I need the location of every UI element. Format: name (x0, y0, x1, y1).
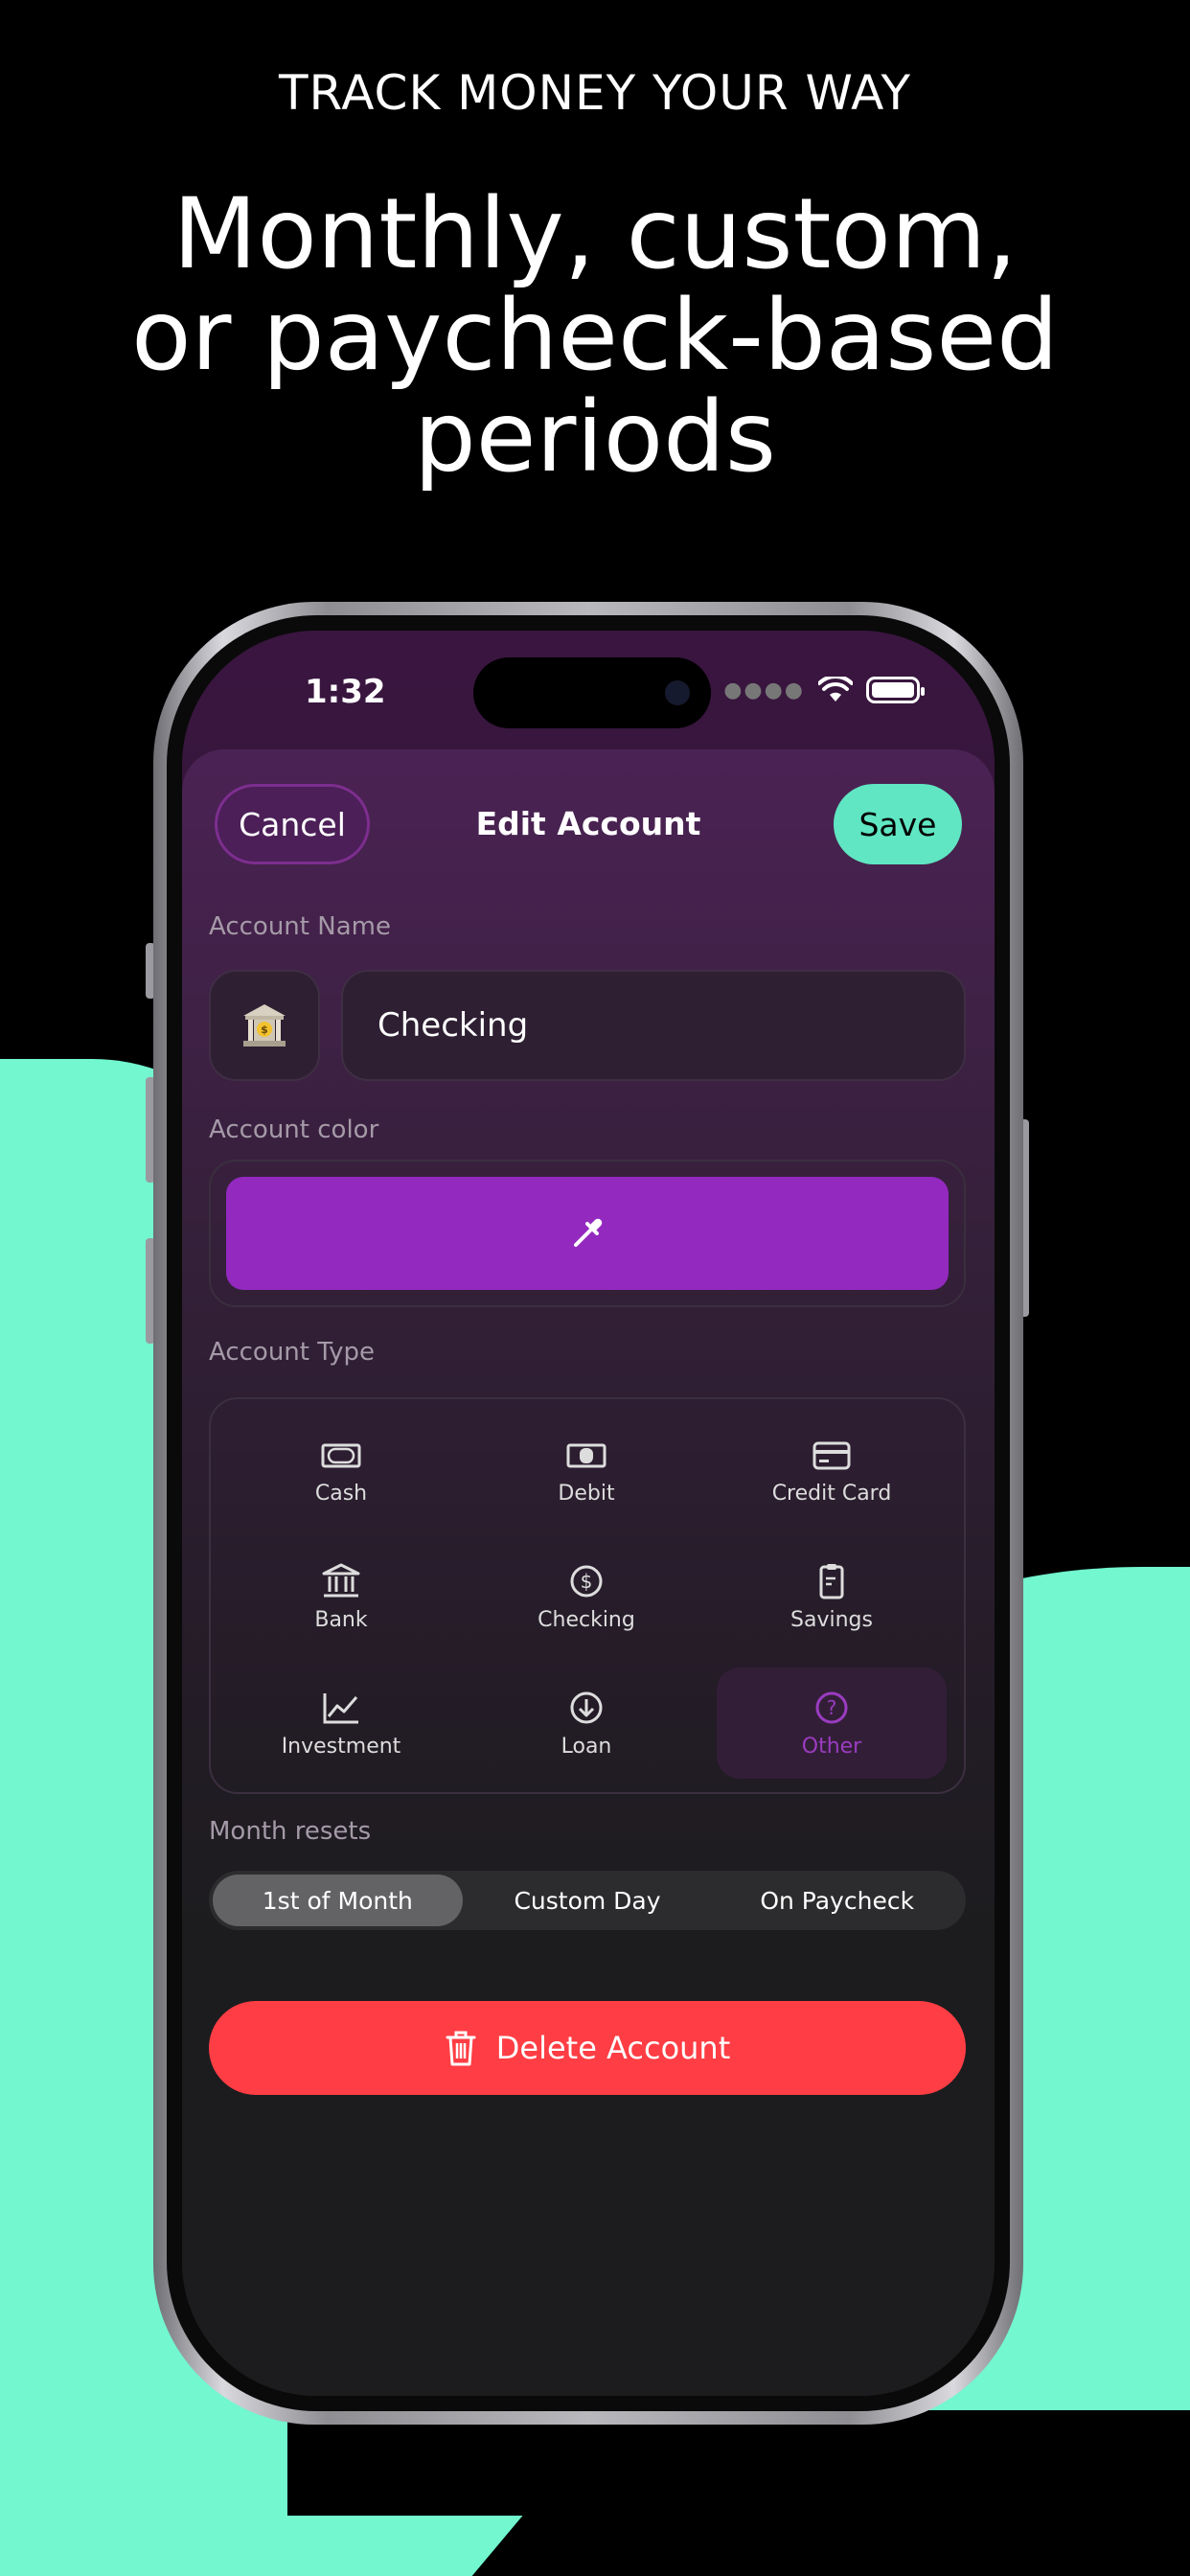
arrow-down-circle-icon (570, 1691, 603, 1723)
dollar-circle-icon: $ (570, 1565, 603, 1597)
svg-text:$: $ (581, 1570, 593, 1593)
account-type-grid: Cash Debit Credit Card Bank $ Checking S… (209, 1397, 966, 1794)
dynamic-island (473, 657, 711, 728)
account-color-label: Account color (209, 1116, 379, 1144)
cash-icon (321, 1443, 361, 1467)
debit-icon (566, 1443, 606, 1467)
svg-text:?: ? (827, 1696, 837, 1719)
status-time: 1:32 (305, 673, 386, 711)
month-resets-label: Month resets (209, 1817, 372, 1846)
eyedropper-icon (574, 1218, 603, 1247)
phone-screen: 1:32 ●●●● Cancel Edit Account Save Accou… (182, 631, 995, 2396)
color-swatch-button[interactable] (226, 1177, 949, 1290)
type-option-bank[interactable]: Bank (226, 1541, 456, 1652)
type-option-other[interactable]: ? Other (717, 1668, 947, 1779)
delete-account-button[interactable]: Delete Account (209, 2001, 966, 2095)
credit-card-icon (812, 1441, 851, 1469)
segment-custom-day[interactable]: Custom Day (463, 1874, 713, 1926)
account-color-picker (209, 1160, 966, 1307)
question-circle-icon: ? (815, 1691, 848, 1723)
signal-dots-icon: ●●●● (723, 678, 805, 702)
phone-frame: 1:32 ●●●● Cancel Edit Account Save Accou… (153, 602, 1023, 2425)
account-type-label: Account Type (209, 1338, 375, 1367)
type-option-loan[interactable]: Loan (471, 1668, 701, 1779)
type-option-investment[interactable]: Investment (226, 1668, 456, 1779)
clipboard-icon (819, 1563, 844, 1598)
segment-first-of-month[interactable]: 1st of Month (213, 1874, 463, 1926)
bank-icon (322, 1563, 360, 1597)
account-name-input[interactable]: Checking (341, 970, 966, 1081)
save-button[interactable]: Save (834, 784, 962, 864)
status-icons: ●●●● (723, 677, 925, 703)
edit-account-sheet: Cancel Edit Account Save Account Name $ (182, 749, 995, 2396)
type-option-savings[interactable]: Savings (717, 1541, 947, 1652)
promo-headline: Monthly, custom, or paycheck-based perio… (131, 177, 1059, 494)
type-option-credit-card[interactable]: Credit Card (717, 1414, 947, 1526)
month-resets-segmented-control: 1st of Month Custom Day On Paycheck (209, 1871, 966, 1930)
trash-icon (446, 2031, 476, 2066)
type-option-checking[interactable]: $ Checking (471, 1541, 701, 1652)
chart-up-icon (323, 1692, 358, 1723)
bank-building-icon: $ (243, 1004, 286, 1046)
svg-text:$: $ (261, 1024, 268, 1036)
segment-on-paycheck[interactable]: On Paycheck (712, 1874, 962, 1926)
battery-icon (866, 677, 925, 703)
account-name-label: Account Name (209, 912, 391, 941)
account-icon-picker[interactable]: $ (209, 970, 320, 1081)
wifi-icon (818, 677, 853, 702)
type-option-cash[interactable]: Cash (226, 1414, 456, 1526)
promo-eyebrow: TRACK MONEY YOUR WAY (278, 65, 912, 121)
type-option-debit[interactable]: Debit (471, 1414, 701, 1526)
